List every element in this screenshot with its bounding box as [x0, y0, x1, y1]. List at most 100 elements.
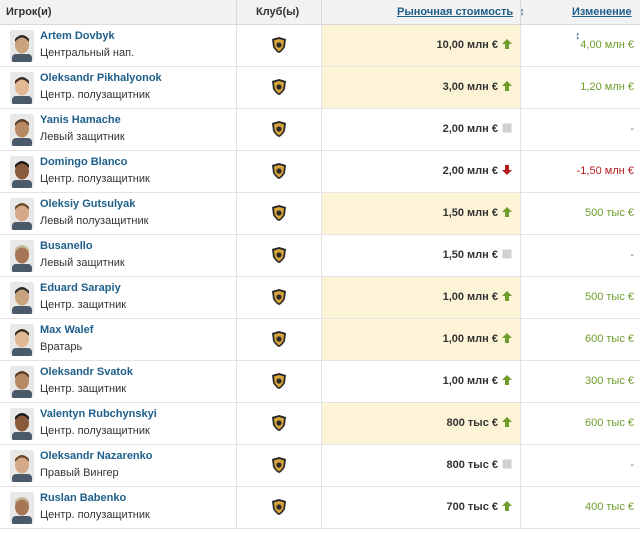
market-value-text: 2,00 млн € — [442, 165, 498, 177]
arrow-up-icon — [502, 26, 512, 49]
value-change-text: - — [630, 123, 634, 135]
avatar[interactable] — [10, 366, 34, 398]
square-neutral-icon — [502, 110, 512, 133]
table-row: Oleksiy Gutsulyak Левый полузащитник 1,5… — [0, 193, 640, 235]
market-value-text: 3,00 млн € — [442, 81, 498, 93]
table-row: Eduard Sarapiy Центр. защитник 1,00 млн … — [0, 277, 640, 319]
market-value: 800 тыс € — [322, 403, 520, 444]
arrow-up-icon — [502, 404, 512, 427]
club-crest-icon[interactable] — [270, 288, 288, 306]
player-name[interactable]: Oleksandr Svatok — [40, 366, 133, 378]
table-row: Domingo Blanco Центр. полузащитник 2,00 … — [0, 151, 640, 193]
avatar[interactable] — [10, 30, 34, 62]
club-crest-icon[interactable] — [270, 204, 288, 222]
value-change: 300 тыс € — [521, 361, 640, 402]
avatar[interactable] — [10, 72, 34, 104]
market-value: 1,50 млн € — [322, 193, 520, 234]
square-neutral-icon — [502, 236, 512, 259]
market-value: 1,00 млн € — [322, 361, 520, 402]
club-crest-icon[interactable] — [270, 246, 288, 264]
avatar[interactable] — [10, 198, 34, 230]
avatar[interactable] — [10, 492, 34, 524]
value-change-text: -1,50 млн € — [576, 165, 634, 177]
market-value-text: 1,00 млн € — [442, 333, 498, 345]
value-change-text: 500 тыс € — [584, 207, 634, 219]
arrow-up-icon — [502, 320, 512, 343]
value-change: - — [521, 109, 640, 150]
table-row: Max Walef Вратарь 1,00 млн € 600 тыс € — [0, 319, 640, 361]
avatar[interactable] — [10, 408, 34, 440]
club-crest-icon[interactable] — [270, 120, 288, 138]
value-change: 600 тыс € — [521, 319, 640, 360]
player-position: Вратарь — [40, 341, 83, 353]
player-position: Левый защитник — [40, 131, 125, 143]
table-row: Yanis Hamache Левый защитник 2,00 млн € … — [0, 109, 640, 151]
player-name[interactable]: Max Walef — [40, 324, 93, 336]
value-change: 500 тыс € — [521, 193, 640, 234]
player-name[interactable]: Eduard Sarapiy — [40, 282, 121, 294]
player-position: Центр. полузащитник — [40, 173, 150, 185]
market-value-table: Игрок(и) Клуб(ы) Рыночная стоимость ↕ Из… — [0, 0, 640, 529]
market-value-text: 800 тыс € — [446, 459, 498, 471]
avatar[interactable] — [10, 114, 34, 146]
table-body: Artem Dovbyk Центральный нап. 10,00 млн … — [0, 25, 640, 529]
player-name[interactable]: Valentyn Rubchynskyi — [40, 408, 157, 420]
table-row: Oleksandr Svatok Центр. защитник 1,00 мл… — [0, 361, 640, 403]
club-crest-icon[interactable] — [270, 498, 288, 516]
market-value: 1,00 млн € — [322, 319, 520, 360]
header-player[interactable]: Игрок(и) — [6, 0, 52, 24]
player-position: Центральный нап. — [40, 47, 135, 59]
club-crest-icon[interactable] — [270, 78, 288, 96]
avatar[interactable] — [10, 450, 34, 482]
player-position: Центр. полузащитник — [40, 509, 150, 521]
table-row: Valentyn Rubchynskyi Центр. полузащитник… — [0, 403, 640, 445]
player-name[interactable]: Yanis Hamache — [40, 114, 121, 126]
avatar[interactable] — [10, 156, 34, 188]
player-position: Левый полузащитник — [40, 215, 149, 227]
player-position: Центр. полузащитник — [40, 89, 150, 101]
market-value-text: 1,00 млн € — [442, 375, 498, 387]
market-value: 1,00 млн € — [322, 277, 520, 318]
market-value: 2,00 млн € — [322, 151, 520, 192]
market-value-text: 1,50 млн € — [442, 249, 498, 261]
table-row: Busanello Левый защитник 1,50 млн € - — [0, 235, 640, 277]
player-position: Центр. полузащитник — [40, 425, 150, 437]
arrow-down-icon — [502, 152, 512, 175]
market-value: 700 тыс € — [322, 487, 520, 528]
value-change-text: - — [630, 459, 634, 471]
player-position: Центр. защитник — [40, 383, 127, 395]
player-name[interactable]: Artem Dovbyk — [40, 30, 115, 42]
player-name[interactable]: Busanello — [40, 240, 93, 252]
avatar[interactable] — [10, 282, 34, 314]
avatar[interactable] — [10, 324, 34, 356]
header-club[interactable]: Клуб(ы) — [256, 0, 299, 24]
club-crest-icon[interactable] — [270, 330, 288, 348]
value-change: 500 тыс € — [521, 277, 640, 318]
club-crest-icon[interactable] — [270, 414, 288, 432]
value-change-text: - — [630, 249, 634, 261]
player-name[interactable]: Domingo Blanco — [40, 156, 127, 168]
value-change: 4,00 млн € — [521, 25, 640, 66]
value-change-text: 300 тыс € — [584, 375, 634, 387]
value-change: 400 тыс € — [521, 487, 640, 528]
avatar[interactable] — [10, 240, 34, 272]
player-name[interactable]: Oleksandr Pikhalyonok — [40, 72, 162, 84]
club-crest-icon[interactable] — [270, 36, 288, 54]
market-value-text: 2,00 млн € — [442, 123, 498, 135]
player-name[interactable]: Oleksiy Gutsulyak — [40, 198, 135, 210]
header-change-label[interactable]: Изменение — [572, 6, 632, 18]
club-crest-icon[interactable] — [270, 162, 288, 180]
header-market-value[interactable]: Рыночная стоимость ↕ — [397, 0, 525, 24]
club-crest-icon[interactable] — [270, 456, 288, 474]
player-name[interactable]: Ruslan Babenko — [40, 492, 126, 504]
market-value: 3,00 млн € — [322, 67, 520, 108]
player-position: Центр. защитник — [40, 299, 127, 311]
arrow-up-icon — [502, 194, 512, 217]
header-market-value-label[interactable]: Рыночная стоимость — [397, 6, 513, 18]
market-value-text: 800 тыс € — [446, 417, 498, 429]
market-value-text: 1,00 млн € — [442, 291, 498, 303]
player-name[interactable]: Oleksandr Nazarenko — [40, 450, 153, 462]
header-change[interactable]: Изменение ↕ — [572, 0, 640, 42]
club-crest-icon[interactable] — [270, 372, 288, 390]
table-header: Игрок(и) Клуб(ы) Рыночная стоимость ↕ Из… — [0, 0, 640, 42]
